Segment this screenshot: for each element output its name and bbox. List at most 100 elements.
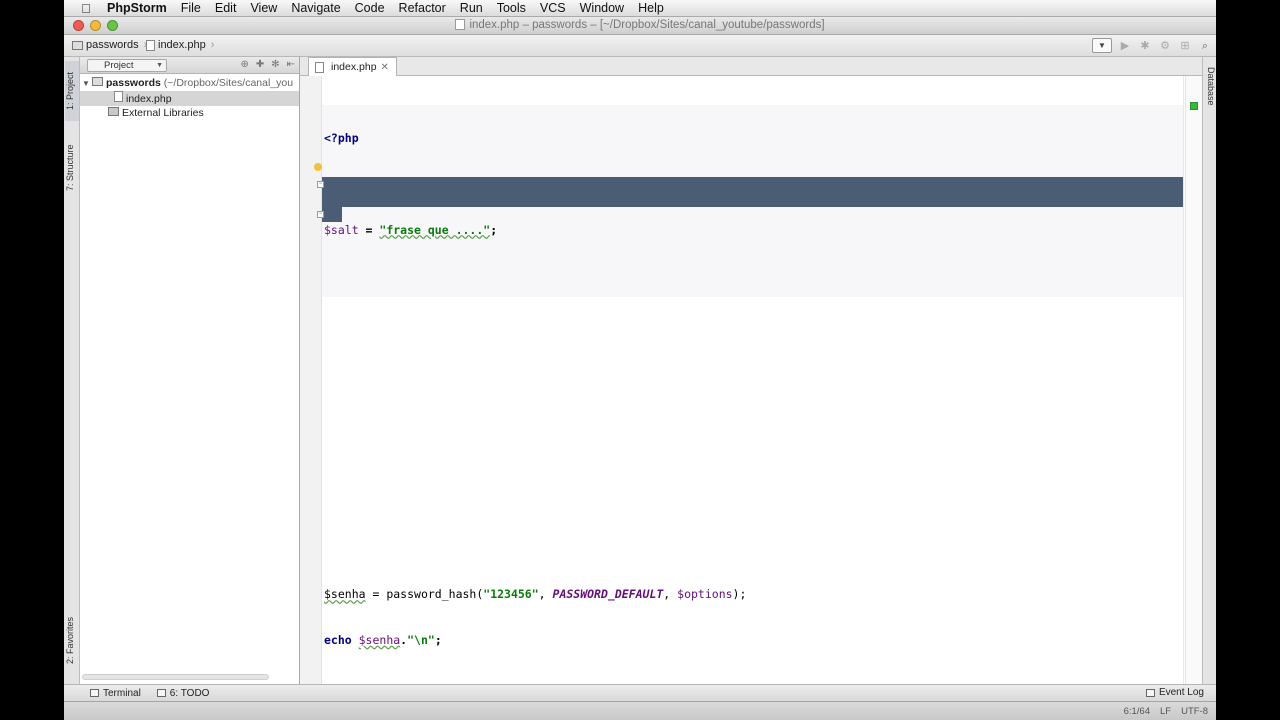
tree-item-index-php[interactable]: index.php: [80, 91, 299, 106]
breadcrumb-project[interactable]: passwords ›: [72, 39, 147, 51]
menu-window[interactable]: Window: [573, 1, 631, 15]
code-token-var: $senha: [358, 632, 401, 647]
caret-position[interactable]: 6:1/64: [1124, 706, 1150, 717]
library-icon: [108, 107, 119, 116]
scroll-from-source-icon[interactable]: ⊕: [240, 59, 248, 70]
code-token-string: "Sal que vc quiser fdsaf fds fsdfsd": [407, 404, 657, 419]
breadcrumb-project-label: passwords: [86, 39, 139, 51]
code-token-keyword: echo: [324, 632, 359, 647]
run-toolbar: ▼ ▶ ✱ ⚙ ⊞ ⌕: [1092, 38, 1212, 53]
line-separator[interactable]: LF: [1160, 706, 1171, 717]
status-right: 6:1/64 LF UTF-8: [1124, 706, 1208, 717]
todo-button[interactable]: 6: TODO: [156, 687, 210, 699]
event-log-button[interactable]: Event Log: [1145, 687, 1204, 698]
code-line-1: <?php: [324, 131, 359, 146]
editor-tab-label: index.php: [331, 61, 377, 73]
code-token-var: $options: [677, 587, 733, 602]
code-token-op: ,: [538, 587, 553, 602]
tree-item-external-libraries[interactable]: External Libraries: [80, 106, 299, 121]
code-token-op: =>: [379, 404, 408, 419]
profile-icon[interactable]: ⊞: [1178, 39, 1192, 53]
tree-item-root[interactable]: ▼ passwords (~/Dropbox/Sites/canal_you: [80, 76, 299, 91]
menu-run[interactable]: Run: [453, 1, 490, 15]
error-stripe[interactable]: [1185, 76, 1202, 684]
coverage-icon[interactable]: ⚙: [1158, 39, 1172, 53]
code-token-end: ;: [434, 632, 442, 647]
terminal-label: Terminal: [103, 687, 141, 699]
no-errors-icon: [1190, 102, 1198, 110]
event-log-label: Event Log: [1158, 687, 1204, 698]
code-line-3: $salt = "frase que ....";: [324, 223, 746, 238]
tree-external-label: External Libraries: [122, 107, 204, 119]
tree-root-path: (~/Dropbox/Sites/canal_you: [163, 77, 294, 89]
menu-navigate[interactable]: Navigate: [284, 1, 347, 15]
code-token-constant: PASSWORD_DEFAULT: [552, 587, 664, 602]
code-token-end: );: [732, 587, 747, 602]
hide-panel-icon[interactable]: ⇤: [287, 59, 295, 70]
code-line-6: $options = [: [324, 359, 746, 374]
window-title-text: index.php – passwords – [~/Dropbox/Sites…: [469, 19, 825, 31]
intention-bulb-icon[interactable]: [314, 163, 322, 171]
menu-code[interactable]: Code: [348, 1, 392, 15]
fold-start-icon[interactable]: −: [317, 181, 324, 188]
breadcrumb-separator-icon: ›: [210, 39, 215, 51]
run-config-dropdown[interactable]: ▼: [1092, 38, 1112, 53]
code-token-end: ;: [490, 222, 498, 237]
code-token-op: = [: [379, 359, 408, 374]
code-token-op: =: [365, 587, 387, 602]
menu-refactor[interactable]: Refactor: [392, 1, 453, 15]
breadcrumb-file-label: index.php: [158, 39, 206, 51]
tab-project[interactable]: 1: Project: [65, 61, 79, 121]
code-line-12: echo $senha."\n";: [324, 633, 746, 648]
project-panel-header: Project ▼ ⊕ ✚ ✻ ⇤: [80, 57, 299, 74]
terminal-button[interactable]: Terminal: [90, 688, 141, 699]
code-token-var: $salt: [324, 222, 359, 237]
project-view-selector[interactable]: Project ▼: [87, 59, 167, 72]
collapse-all-icon[interactable]: ✚: [256, 59, 264, 70]
terminal-icon: [90, 689, 99, 697]
horizontal-scrollbar[interactable]: [82, 674, 269, 680]
chevron-down-icon: ▼: [156, 62, 163, 69]
menu-help[interactable]: Help: [631, 1, 671, 15]
tab-database[interactable]: Database: [1204, 67, 1216, 106]
tab-structure[interactable]: 7: Structure: [65, 133, 79, 203]
run-icon[interactable]: ▶: [1118, 39, 1132, 53]
screen:  PhpStorm File Edit View Navigate Code …: [64, 0, 1216, 720]
menu-tools[interactable]: Tools: [490, 1, 533, 15]
php-file-icon: [114, 91, 123, 102]
status-bar: 6:1/64 LF UTF-8: [64, 701, 1216, 720]
window-title: index.php – passwords – [~/Dropbox/Sites…: [64, 19, 1216, 31]
search-icon[interactable]: ⌕: [1198, 39, 1212, 53]
menu-vcs[interactable]: VCS: [533, 1, 573, 15]
debug-icon[interactable]: ✱: [1138, 39, 1152, 53]
expand-arrow-icon[interactable]: ▼: [80, 76, 92, 91]
todo-label: 6: TODO: [169, 687, 210, 699]
code-text[interactable]: <?php $salt = "frase que ...."; $options…: [324, 101, 746, 679]
tool-window-bar: Terminal 6: TODO Event Log: [64, 684, 1216, 701]
menu-view[interactable]: View: [243, 1, 284, 15]
apple-icon[interactable]: : [72, 1, 100, 16]
menu-bar:  PhpStorm File Edit View Navigate Code …: [64, 0, 1216, 17]
code-token-string: "frase que ....": [379, 222, 491, 237]
menu-app[interactable]: PhpStorm: [100, 1, 174, 15]
code-token-var: $senha: [324, 587, 366, 602]
editor-tab-index-php[interactable]: index.php ✕: [308, 57, 397, 76]
gear-icon[interactable]: ✻: [271, 59, 279, 70]
menu-edit[interactable]: Edit: [208, 1, 244, 15]
tab-favorites[interactable]: 2: Favorites: [65, 605, 79, 675]
todo-icon: [156, 689, 166, 697]
left-tool-strip: 1: Project 7: Structure 2: Favorites: [64, 57, 80, 684]
menu-file[interactable]: File: [174, 1, 208, 15]
code-line-8: ];: [324, 450, 338, 465]
right-tool-strip: Database: [1202, 57, 1216, 684]
breadcrumb-file[interactable]: index.php ›: [146, 39, 214, 51]
fold-end-icon[interactable]: −: [317, 211, 324, 218]
code-line-7: 'salt' => "Sal que vc quiser fdsaf fds f…: [324, 405, 746, 420]
file-encoding[interactable]: UTF-8: [1181, 706, 1208, 717]
close-tab-icon[interactable]: ✕: [381, 62, 389, 73]
